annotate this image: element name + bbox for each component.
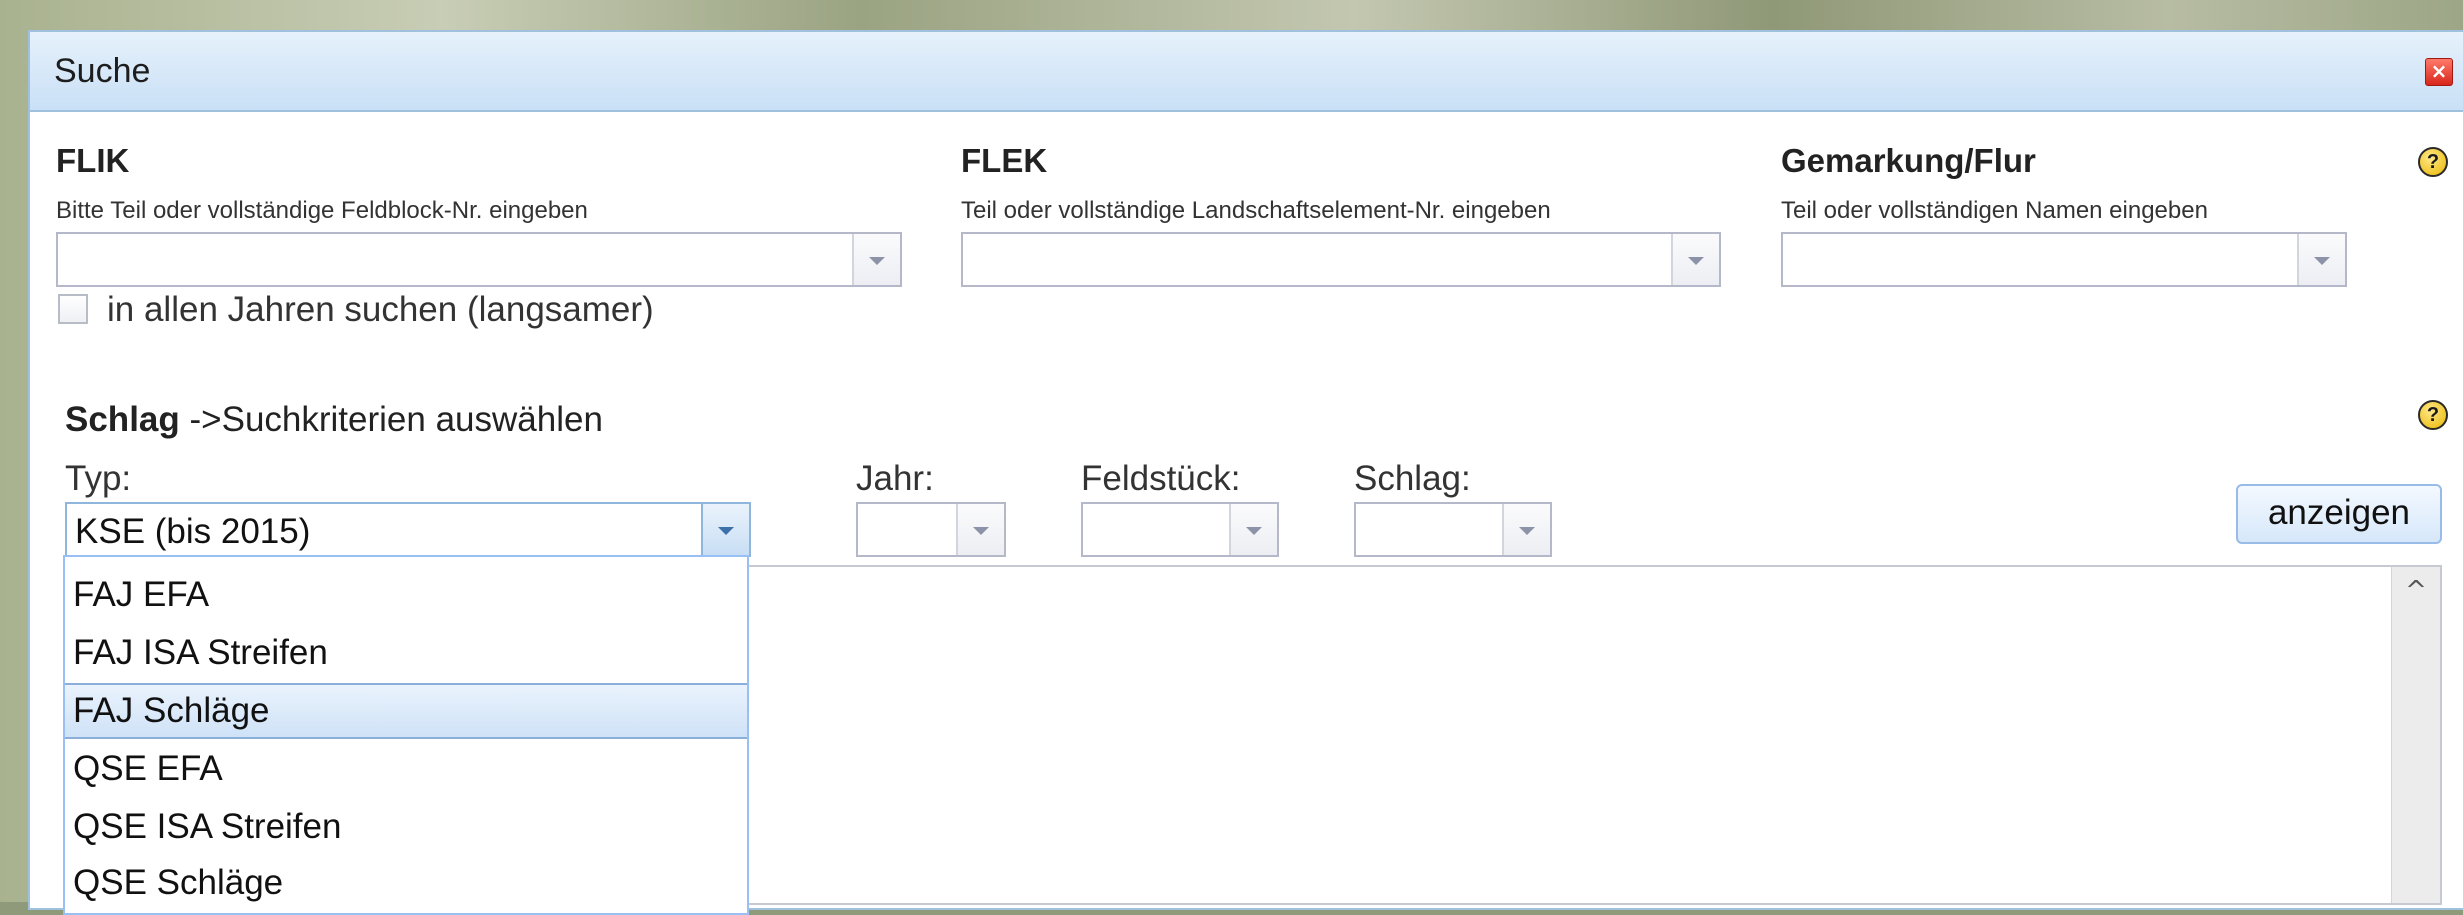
flik-combobox[interactable] xyxy=(56,232,902,287)
jahr-label: Jahr: xyxy=(856,459,934,498)
flik-dropdown-trigger[interactable] xyxy=(852,234,900,285)
flek-hint: Teil oder vollständige Landschaftselemen… xyxy=(961,197,1551,224)
typ-option[interactable]: QSE ISA Streifen xyxy=(65,799,747,855)
feldstueck-dropdown-trigger[interactable] xyxy=(1229,504,1277,555)
dialog-titlebar: Suche xyxy=(30,32,2463,112)
flek-combobox[interactable] xyxy=(961,232,1721,287)
schlag-help-icon[interactable]: ? xyxy=(2418,400,2448,430)
all-years-label: in allen Jahren suchen (langsamer) xyxy=(107,290,654,329)
gemarkung-combobox[interactable] xyxy=(1781,232,2347,287)
close-icon[interactable]: × xyxy=(2425,58,2453,86)
flek-title: FLEK xyxy=(961,142,1048,179)
show-button[interactable]: anzeigen xyxy=(2236,484,2442,544)
scroll-up-icon[interactable]: ^ xyxy=(2392,567,2440,615)
schlag-dropdown-trigger[interactable] xyxy=(1502,504,1550,555)
typ-option[interactable]: FAJ EFA xyxy=(65,567,747,623)
jahr-combobox[interactable] xyxy=(856,502,1006,557)
flik-title: FLIK xyxy=(56,142,130,179)
help-icon[interactable]: ? xyxy=(2418,147,2448,177)
typ-value: KSE (bis 2015) xyxy=(75,512,311,551)
flik-hint: Bitte Teil oder vollständige Feldblock-N… xyxy=(56,197,588,224)
typ-option[interactable]: QSE Schläge xyxy=(65,855,747,911)
typ-combobox[interactable]: KSE (bis 2015) xyxy=(65,502,751,557)
feldstueck-label: Feldstück: xyxy=(1081,459,1241,498)
results-scrollbar[interactable]: ^ xyxy=(2391,567,2440,903)
all-years-checkbox[interactable] xyxy=(58,294,88,324)
gemarkung-dropdown-trigger[interactable] xyxy=(2297,234,2345,285)
jahr-dropdown-trigger[interactable] xyxy=(956,504,1004,555)
schlag-subtitle: ->Suchkriterien auswählen xyxy=(189,400,603,439)
dialog-title: Suche xyxy=(54,52,151,90)
schlag-heading: Schlag ->Suchkriterien auswählen xyxy=(65,400,603,440)
flek-dropdown-trigger[interactable] xyxy=(1671,234,1719,285)
typ-dropdown-list: FAJ EFA FAJ ISA Streifen FAJ Schläge QSE… xyxy=(63,555,749,915)
results-panel: ^ xyxy=(746,565,2442,905)
schlag-title: Schlag xyxy=(65,400,180,439)
typ-label: Typ: xyxy=(65,459,132,498)
schlag-combobox[interactable] xyxy=(1354,502,1552,557)
gemarkung-hint: Teil oder vollständigen Namen eingeben xyxy=(1781,197,2208,224)
schlag-field-label: Schlag: xyxy=(1354,459,1471,498)
typ-dropdown-trigger[interactable] xyxy=(701,504,749,555)
typ-option-highlighted[interactable]: FAJ Schläge xyxy=(65,683,747,739)
typ-option[interactable]: QSE EFA xyxy=(65,741,747,797)
typ-option[interactable]: FAJ ISA Streifen xyxy=(65,625,747,681)
gemarkung-title: Gemarkung/Flur xyxy=(1781,142,2036,179)
feldstueck-combobox[interactable] xyxy=(1081,502,1279,557)
